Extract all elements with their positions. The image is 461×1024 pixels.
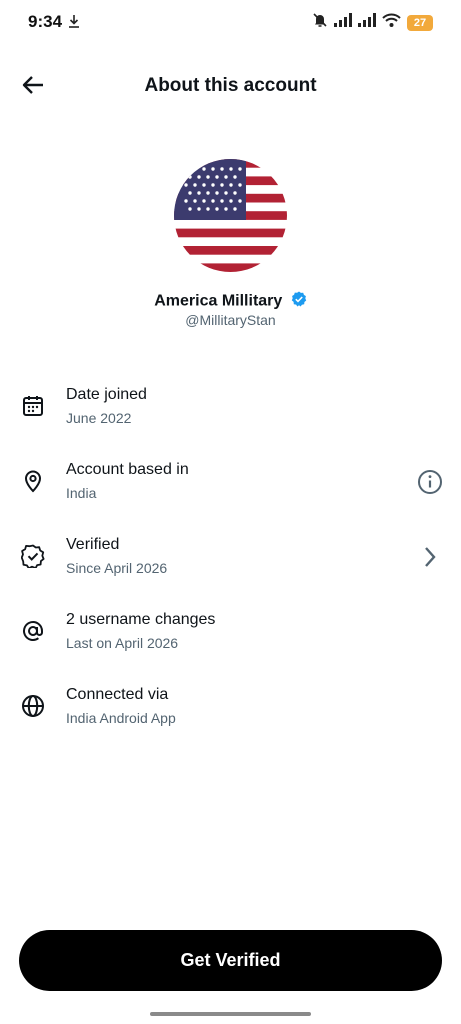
- info-row-title: Verified: [66, 536, 120, 553]
- us-flag-image: [174, 159, 287, 272]
- info-row-subtitle: June 2022: [66, 410, 132, 426]
- signal-icon: [334, 13, 352, 32]
- battery-icon: 27: [407, 14, 433, 31]
- verified-badge-outline-icon: [19, 542, 47, 570]
- verified-badge-icon: [291, 291, 307, 312]
- globe-icon: [19, 692, 47, 720]
- download-icon: [68, 14, 80, 33]
- header: About this account: [0, 60, 461, 110]
- info-row-location: Account based in India: [0, 445, 461, 520]
- location-pin-icon: [19, 467, 47, 495]
- signal-icon: [358, 13, 376, 32]
- info-row-subtitle: Last on April 2026: [66, 635, 179, 651]
- account-info-list: Date joined June 2022 Account based in I…: [0, 370, 461, 745]
- info-row-connected-via: Connected via India Android App: [0, 670, 461, 745]
- info-row-verified[interactable]: Verified Since April 2026: [0, 520, 461, 595]
- home-indicator[interactable]: [150, 1012, 311, 1016]
- info-icon[interactable]: [415, 467, 445, 497]
- status-icons: 27: [312, 12, 433, 33]
- info-row-subtitle: India Android App: [66, 710, 176, 726]
- status-time: 9:34: [28, 12, 63, 31]
- calendar-icon: [19, 392, 47, 420]
- avatar[interactable]: [174, 159, 287, 272]
- info-row-title: Account based in: [66, 461, 189, 478]
- bell-muted-icon: [312, 12, 328, 33]
- info-row-title: 2 username changes: [66, 611, 216, 628]
- wifi-icon: [382, 13, 401, 32]
- info-row-subtitle: India: [66, 485, 97, 501]
- info-row-title: Connected via: [66, 686, 169, 703]
- display-name: America Millitary: [0, 291, 461, 312]
- get-verified-button[interactable]: Get Verified: [19, 930, 442, 991]
- info-row-title: Date joined: [66, 386, 147, 403]
- chevron-right-icon[interactable]: [415, 542, 445, 572]
- info-row-username-changes: 2 username changes Last on April 2026: [0, 595, 461, 670]
- handle: @MillitaryStan: [185, 312, 276, 328]
- page-title: About this account: [144, 75, 317, 96]
- display-name-text: America Millitary: [154, 292, 283, 310]
- info-row-subtitle: Since April 2026: [66, 560, 168, 576]
- at-sign-icon: [19, 617, 47, 645]
- status-bar: 9:34 27: [0, 0, 461, 44]
- info-row-date-joined: Date joined June 2022: [0, 370, 461, 445]
